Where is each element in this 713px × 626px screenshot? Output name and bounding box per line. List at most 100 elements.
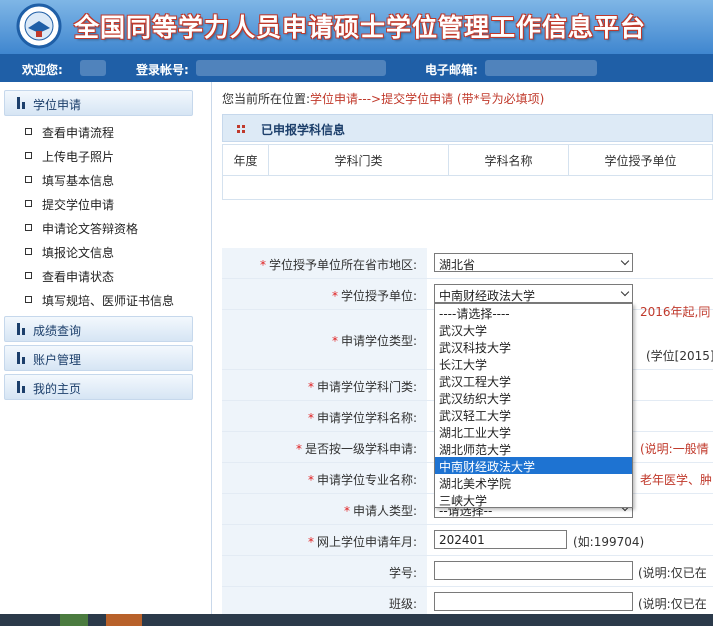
application-year-input[interactable]: 202401 [434, 530, 567, 549]
menu-item-label: 查看申请流程 [42, 126, 115, 140]
bar-chart-icon [17, 352, 25, 364]
class-input[interactable] [434, 592, 633, 611]
bar-chart-icon [17, 97, 25, 109]
column-header: 学科名称 [449, 145, 569, 175]
class-note: (说明:仅已在 [638, 597, 707, 611]
menu-item-label: 提交学位申请 [42, 198, 115, 212]
chevron-down-icon [620, 287, 630, 297]
sidebar-section-home[interactable]: 我的主页 [4, 374, 193, 400]
taskbar-app-icon[interactable] [106, 614, 142, 626]
dropdown-option[interactable]: 武汉大学 [435, 321, 632, 338]
dropdown-option[interactable]: 武汉工程大学 [435, 372, 632, 389]
sidebar-item-certificate-info[interactable]: 填写规培、医师证书信息 [0, 288, 211, 312]
field-label: * 申请学位专业名称: [222, 463, 427, 493]
section-label: 我的主页 [33, 382, 82, 396]
square-bullet-icon [25, 272, 32, 279]
field-label: * 申请学位学科门类: [222, 370, 427, 400]
sidebar: 学位申请 查看申请流程 上传电子照片 填写基本信息 提交学位申请 申请论文答辩资… [0, 82, 212, 626]
unit-select[interactable]: 中南财经政法大学 [434, 284, 633, 303]
column-header: 学位授予单位 [604, 154, 677, 168]
field-label: * 学位授予单位: [222, 279, 427, 309]
menu-item-label: 申请论文答辩资格 [42, 222, 139, 236]
declared-subjects-table: 年度 学科门类 学科名称 学位授予单位 [222, 144, 713, 176]
menu-item-label: 填写规培、医师证书信息 [42, 294, 175, 308]
dropdown-option[interactable]: 三峡大学 [435, 491, 632, 508]
degree-type-note-2: (学位[2015] [646, 349, 713, 363]
column-header: 年度 [223, 145, 269, 175]
square-bullet-icon [25, 128, 32, 135]
field-label: * 申请人类型: [222, 494, 427, 524]
form-row-year: * 网上学位申请年月: 202401 (如:199704) [222, 525, 713, 556]
form-row-student-no: 学号: (说明:仅已在 [222, 556, 713, 587]
email-redacted [485, 60, 597, 76]
sidebar-item-defense-qualification[interactable]: 申请论文答辩资格 [0, 216, 211, 240]
sidebar-item-submit-application[interactable]: 提交学位申请 [0, 192, 211, 216]
app-header: 全国同等学力人员申请硕士学位管理工作信息平台 [0, 0, 713, 54]
unit-select-dropdown-list[interactable]: ----请选择---- 武汉大学 武汉科技大学 长江大学 武汉工程大学 武汉纺织大学 武汉轻… [434, 303, 633, 508]
dropdown-option[interactable]: 武汉科技大学 [435, 338, 632, 355]
menu-item-label: 上传电子照片 [42, 150, 115, 164]
field-label: * 网上学位申请年月: [222, 525, 427, 555]
dropdown-option[interactable]: 湖北师范大学 [435, 440, 632, 457]
taskbar-app-icon[interactable] [60, 614, 88, 626]
welcome-label: 欢迎您: [22, 63, 63, 77]
university-seal-logo [16, 3, 62, 49]
dropdown-option[interactable]: 长江大学 [435, 355, 632, 372]
field-label: 学号: [222, 556, 427, 586]
breadcrumb: 您当前所在位置:学位申请--->提交学位申请 (带*号为必填项) [222, 90, 544, 107]
declared-subjects-panel-header: 已申报学科信息 [222, 114, 713, 142]
sidebar-item-upload-photo[interactable]: 上传电子照片 [0, 144, 211, 168]
dropdown-option[interactable]: 武汉轻工大学 [435, 406, 632, 423]
field-label: 班级: [222, 587, 427, 617]
table-empty-row [222, 176, 713, 200]
student-no-input[interactable] [434, 561, 633, 580]
breadcrumb-prefix: 您当前所在位置: [222, 92, 311, 106]
breadcrumb-path: 学位申请--->提交学位申请 (带*号为必填项) [310, 92, 545, 106]
sidebar-item-application-status[interactable]: 查看申请状态 [0, 264, 211, 288]
menu-item-label: 填报论文信息 [42, 246, 115, 260]
field-label: * 申请学位学科名称: [222, 401, 427, 431]
year-hint: (如:199704) [573, 535, 645, 549]
square-bullet-icon [25, 224, 32, 231]
app-title: 全国同等学力人员申请硕士学位管理工作信息平台 [74, 13, 647, 42]
dropdown-option[interactable]: 武汉纺织大学 [435, 389, 632, 406]
email-label: 电子邮箱: [425, 63, 478, 77]
field-label: * 学位授予单位所在省市地区: [222, 248, 427, 278]
panel-title: 已申报学科信息 [261, 123, 346, 137]
bar-chart-icon [17, 381, 25, 393]
field-label: * 申请学位类型: [222, 310, 427, 369]
region-select[interactable]: 湖北省 [434, 253, 633, 272]
welcome-name-redacted [80, 60, 106, 76]
sidebar-item-view-process[interactable]: 查看申请流程 [0, 120, 211, 144]
square-bullet-icon [25, 200, 32, 207]
student-no-note: (说明:仅已在 [638, 566, 707, 580]
square-bullet-icon [25, 296, 32, 303]
sidebar-section-degree-application[interactable]: 学位申请 [4, 90, 193, 116]
sidebar-section-account[interactable]: 账户管理 [4, 345, 193, 371]
dropdown-option[interactable]: ----请选择---- [435, 304, 632, 321]
sidebar-section-score-query[interactable]: 成绩查询 [4, 316, 193, 342]
sidebar-item-thesis-info[interactable]: 填报论文信息 [0, 240, 211, 264]
menu-item-label: 查看申请状态 [42, 270, 115, 284]
first-level-note: (说明:一般情 [640, 442, 709, 456]
dropdown-option[interactable]: 湖北工业大学 [435, 423, 632, 440]
square-bullet-icon [25, 176, 32, 183]
account-label: 登录帐号: [136, 63, 189, 77]
sidebar-item-basic-info[interactable]: 填写基本信息 [0, 168, 211, 192]
major-note: 老年医学、肿 [640, 473, 713, 487]
account-redacted [196, 60, 386, 76]
bar-chart-icon [17, 323, 25, 335]
square-bullet-icon [25, 248, 32, 255]
square-bullet-icon [25, 152, 32, 159]
chevron-down-icon [620, 256, 630, 266]
section-label: 账户管理 [33, 353, 82, 367]
form-row-region: * 学位授予单位所在省市地区: 湖北省 [222, 248, 713, 279]
dropdown-option[interactable]: 中南财经政法大学 [435, 457, 632, 474]
section-label: 成绩查询 [33, 324, 82, 338]
grid-dots-icon [237, 125, 245, 133]
dropdown-option[interactable]: 湖北美术学院 [435, 474, 632, 491]
user-info-bar: 欢迎您: 登录帐号: 电子邮箱: [0, 54, 713, 82]
field-label: * 是否按一级学科申请: [222, 432, 427, 462]
section-label: 学位申请 [33, 98, 82, 112]
column-header: 学科门类 [269, 145, 449, 175]
